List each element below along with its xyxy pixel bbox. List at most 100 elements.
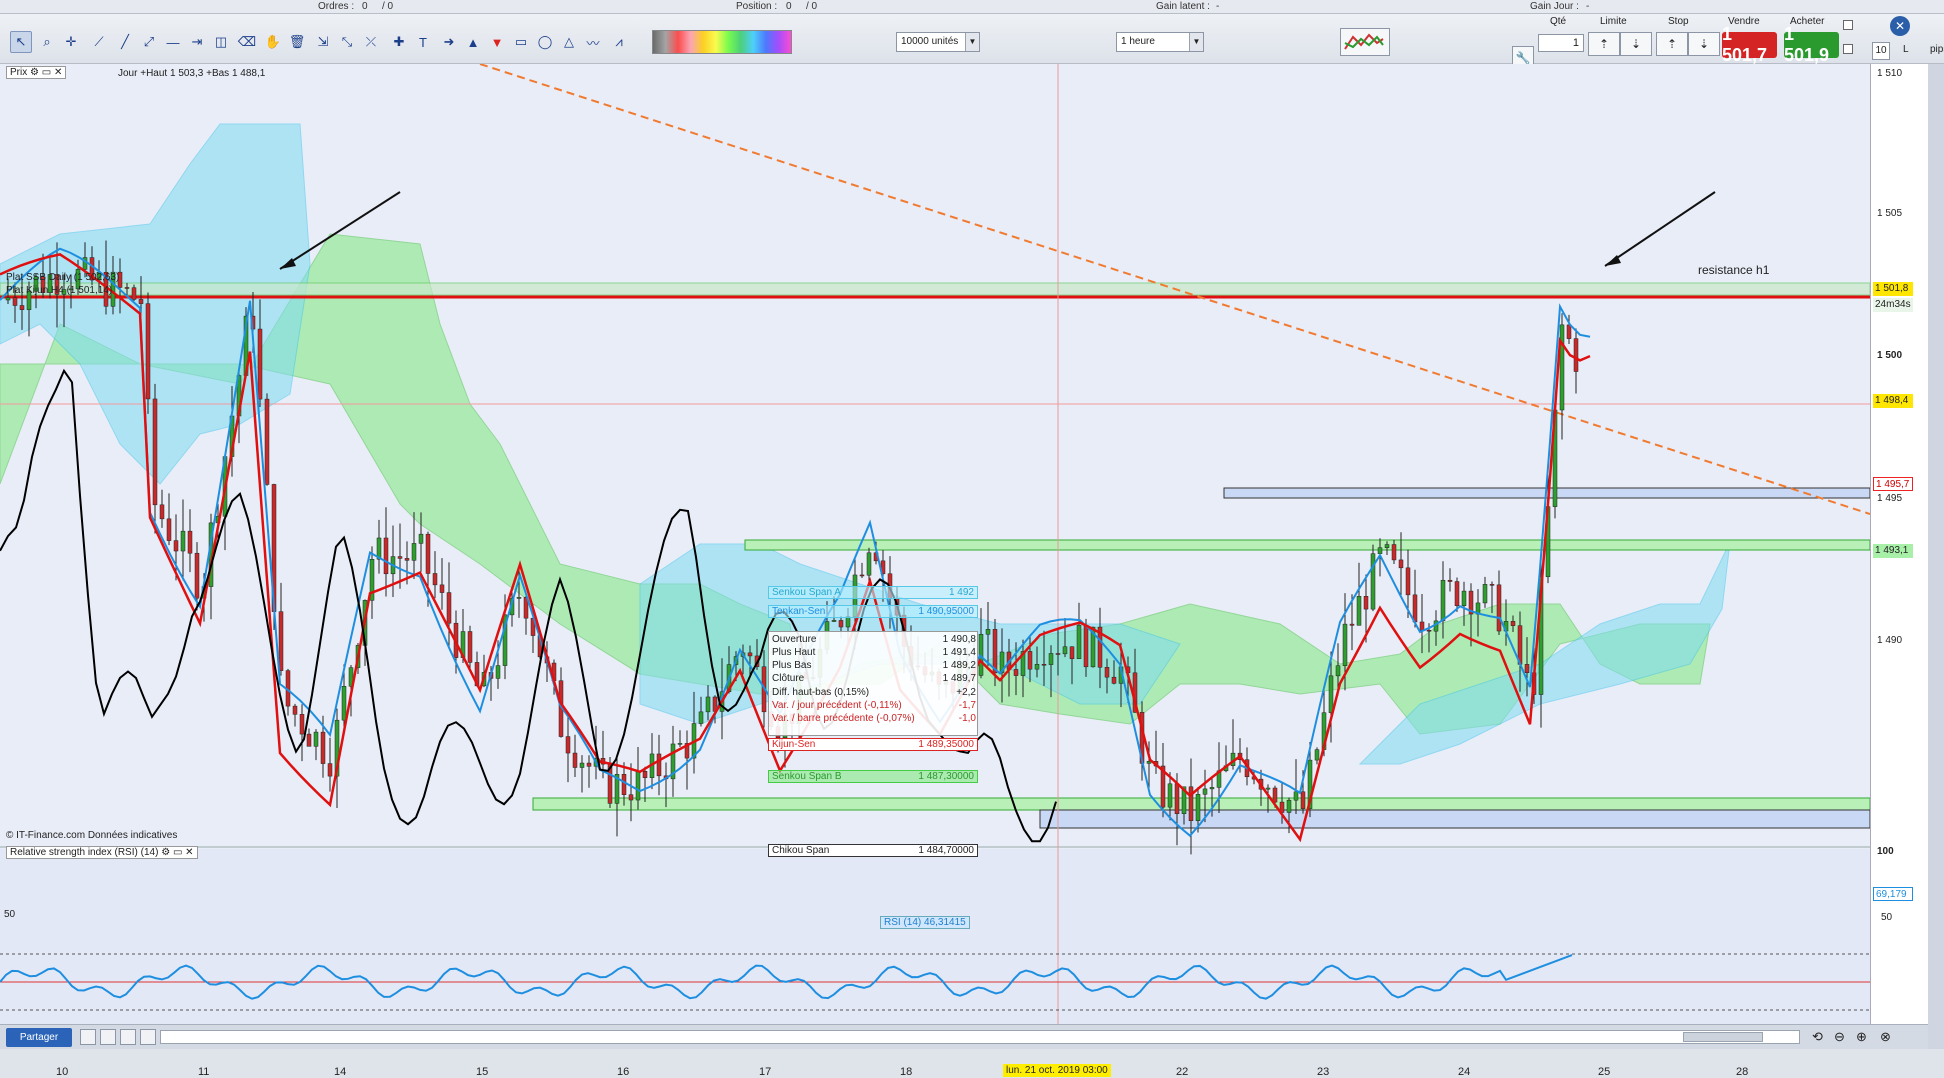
zoom-out-icon[interactable]: ⊖ — [1834, 1029, 1845, 1045]
candle-body — [306, 733, 312, 747]
minimize-icon[interactable]: ▭ — [173, 847, 182, 858]
candle-body — [992, 629, 998, 674]
ellipse-tool-icon[interactable]: ◯ — [534, 31, 556, 53]
settings-icon[interactable]: ⚙ — [30, 67, 39, 78]
candle-body — [677, 743, 683, 745]
chart-type-tool-icon[interactable]: ⩘ — [608, 31, 630, 53]
fullscreen-icon[interactable] — [140, 1029, 156, 1045]
candle-body — [1524, 664, 1530, 673]
candle-body — [327, 763, 333, 777]
sell-price-button[interactable]: 1 501,7 — [1722, 24, 1777, 65]
date-label: 15 — [476, 1066, 489, 1078]
candle-body — [1062, 646, 1068, 655]
period-select[interactable]: 1 heure ▼ — [1116, 32, 1204, 52]
plat-kijun-label: Plat Kijun H4 (1 501,14) — [6, 285, 113, 296]
candle-body — [985, 629, 991, 635]
limite-buy-button[interactable]: ⇡ — [1588, 32, 1620, 56]
link-tool-icon[interactable]: ⤫ — [360, 31, 382, 53]
qty-input[interactable]: 1 — [1538, 34, 1584, 52]
stop-label: Stop — [1668, 16, 1689, 27]
zoom-in-icon[interactable]: ⊕ — [1856, 1029, 1867, 1045]
candle-body — [418, 533, 424, 544]
limite-label: Limite — [1600, 16, 1627, 27]
chart-style-button[interactable] — [1340, 28, 1390, 56]
grid-icon[interactable] — [80, 1029, 96, 1045]
ray-tool-icon[interactable]: ⤢ — [138, 31, 160, 53]
line-tool-icon[interactable]: ╱ — [114, 31, 136, 53]
rect-tool-icon[interactable]: ▭ — [510, 31, 532, 53]
side-panel[interactable] — [1928, 64, 1944, 1049]
color-palette[interactable] — [652, 30, 792, 54]
close-icon[interactable]: ✕ — [185, 847, 193, 858]
candle-body — [1300, 791, 1306, 809]
triangle-tool-icon[interactable]: △ — [558, 31, 580, 53]
wave-tool-icon[interactable]: 〰 — [582, 31, 604, 53]
hline-tool-icon[interactable]: — — [162, 31, 184, 53]
status-bar: Ordres : 0 / 0 Position : 0 / 0 Gain lat… — [0, 0, 1944, 14]
cross-tool-icon[interactable]: ✛ — [60, 31, 82, 53]
candle-body — [1188, 786, 1194, 821]
candle-body — [586, 762, 592, 767]
price-chart-svg[interactable] — [0, 64, 1870, 1024]
qty-label: Qté — [1550, 16, 1567, 27]
date-label: 16 — [617, 1066, 630, 1078]
pointer-tool-icon[interactable]: ↖ — [10, 31, 32, 53]
arrow-up-tool-icon[interactable]: ▲ — [462, 31, 484, 53]
date-label: 10 — [56, 1066, 69, 1078]
chart-scrollbar[interactable] — [160, 1030, 1800, 1044]
candle-body — [1342, 623, 1348, 666]
eraser-tool-icon[interactable]: ⌫ — [236, 31, 258, 53]
units-select[interactable]: 10000 unités ▼ — [896, 32, 980, 52]
settings-icon[interactable]: ⚙ — [161, 847, 170, 858]
candle-body — [1363, 596, 1369, 610]
measure-tool-icon[interactable]: ◫ — [210, 31, 232, 53]
price-tick: 1 495 — [1877, 493, 1903, 504]
candle-body — [19, 305, 25, 310]
trading-app: Ordres : 0 / 0 Position : 0 / 0 Gain lat… — [0, 0, 1944, 1078]
candle-body — [838, 620, 844, 628]
date-label: 25 — [1598, 1066, 1611, 1078]
zoom-fit-icon[interactable]: ⊗ — [1880, 1029, 1891, 1045]
candle-body — [411, 543, 417, 561]
gain-latent-value: - — [1216, 1, 1220, 12]
candle-body — [278, 611, 284, 671]
candle-body — [166, 518, 172, 541]
arrow-right-tool-icon[interactable]: ➜ — [438, 31, 460, 53]
ruler-tool-icon[interactable]: ⟋ — [88, 31, 110, 53]
zoom-tool-icon[interactable]: ⌕ — [36, 31, 58, 53]
bottom-bar: Partager ⟲ ⊖ ⊕ ⊗ — [0, 1024, 1928, 1049]
limite-sell-button[interactable]: ⇣ — [1620, 32, 1652, 56]
chart-area[interactable]: Prix ⚙ ▭ ✕ Jour +Haut 1 503,3 +Bas 1 488… — [0, 64, 1870, 1078]
close-icon[interactable]: ✕ — [54, 67, 62, 78]
l-checkbox[interactable] — [1843, 44, 1853, 54]
candle-body — [579, 762, 585, 768]
window-icon[interactable] — [120, 1029, 136, 1045]
hline-arrow-tool-icon[interactable]: ⇥ — [186, 31, 208, 53]
minimize-icon[interactable]: ▭ — [42, 67, 51, 78]
scroll-thumb[interactable] — [1683, 1032, 1763, 1042]
price-axis[interactable]: 1 510 1 505 1 500 1 495 1 490 1 501,8 24… — [1870, 64, 1928, 1024]
candle-body — [1209, 787, 1215, 790]
buy-price-button[interactable]: 1 501,9 — [1784, 24, 1839, 65]
fib-tool-icon[interactable]: ⤡ — [336, 31, 358, 53]
select-multi-tool-icon[interactable]: ⇲ — [312, 31, 334, 53]
crosshair-tool-icon[interactable]: ✚ — [388, 31, 410, 53]
chikou-row: Chikou Span 1 484,70000 — [768, 844, 978, 857]
candle-body — [1412, 594, 1418, 623]
candle-body — [173, 540, 179, 552]
candle-body — [859, 574, 865, 577]
stop-sell-button[interactable]: ⇣ — [1688, 32, 1720, 56]
s-checkbox[interactable] — [1843, 20, 1853, 30]
arrow-down-tool-icon[interactable]: ▼ — [486, 31, 508, 53]
rsi-left-50: 50 — [4, 909, 16, 920]
zoom-reset-icon[interactable]: ⟲ — [1812, 1029, 1823, 1045]
trash-tool-icon[interactable]: 🗑 — [286, 31, 308, 53]
pips-input[interactable]: 10 — [1872, 42, 1890, 60]
close-panel-icon[interactable]: ✕ — [1890, 16, 1910, 36]
layout-icon[interactable] — [100, 1029, 116, 1045]
hand-tool-icon[interactable]: ✋ — [262, 31, 284, 53]
kijun-row: Kijun-Sen 1 489,35000 — [768, 738, 978, 751]
share-button[interactable]: Partager — [6, 1028, 72, 1047]
text-tool-icon[interactable]: T — [412, 31, 434, 53]
stop-buy-button[interactable]: ⇡ — [1656, 32, 1688, 56]
